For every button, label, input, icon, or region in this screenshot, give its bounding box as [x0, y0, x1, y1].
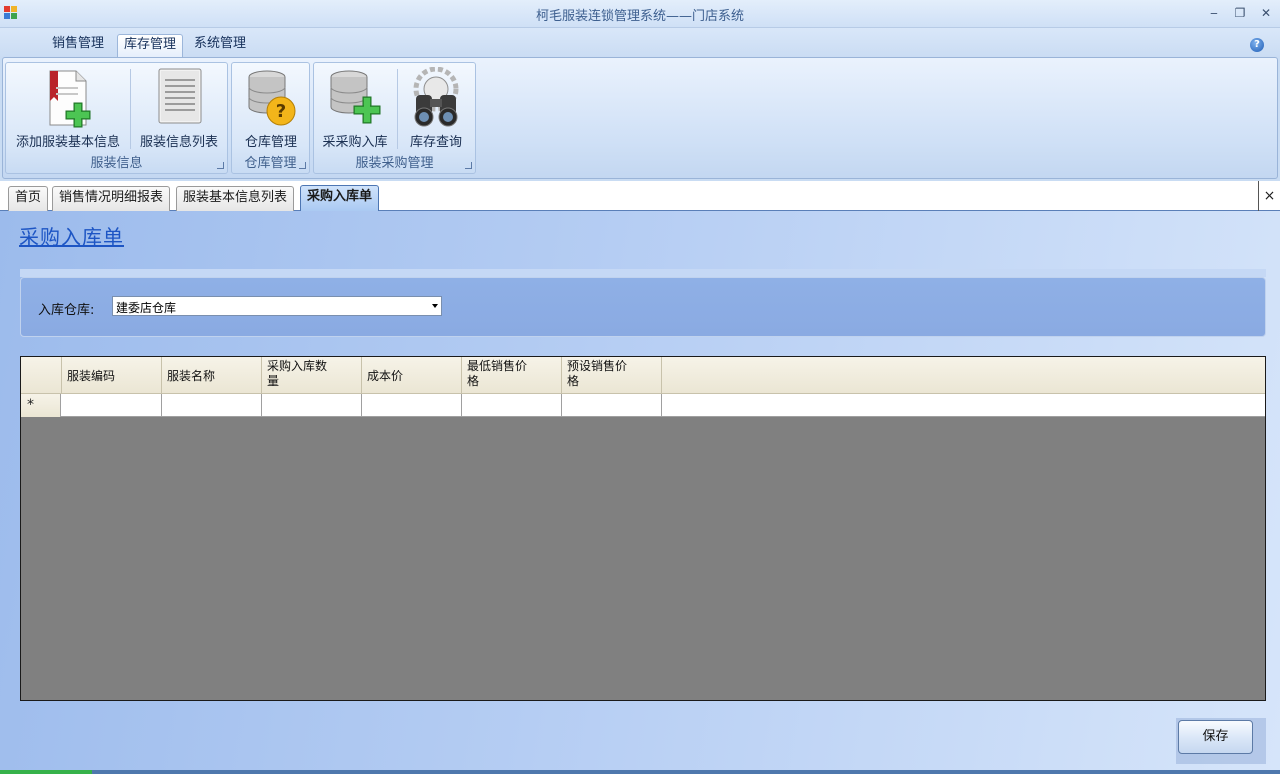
dialog-launcher-icon[interactable] — [217, 162, 224, 169]
tab-inventory-management[interactable]: 库存管理 — [117, 34, 184, 58]
column-header-text: 预设销售价 — [567, 359, 628, 373]
ribbon-group-label: 仓库管理 — [244, 156, 297, 171]
database-question-icon: ? — [241, 67, 301, 129]
ribbon-group-warehouse: ? 仓库管理 仓库管理 — [231, 62, 310, 174]
ribbon-group-label: 服装信息 — [90, 156, 143, 171]
column-header-min-price[interactable]: 最低销售价格 — [462, 357, 562, 394]
warehouse-management-label: 仓库管理 — [244, 135, 297, 150]
warehouse-label: 入库仓库: — [38, 303, 95, 318]
close-button[interactable]: ✕ — [1256, 4, 1276, 22]
tab-sales-management[interactable]: 销售管理 — [46, 34, 110, 58]
status-bar — [0, 770, 1280, 774]
column-header-code[interactable]: 服装编码 — [62, 357, 162, 394]
document-list-icon — [149, 67, 209, 129]
inventory-query-label: 库存查询 — [409, 135, 462, 150]
purchase-items-grid[interactable]: 服装编码 服装名称 采购入库数量 成本价 最低销售价格 预设销售价格 * — [20, 356, 1266, 701]
table-row-new[interactable]: * — [21, 394, 1265, 417]
column-header-quantity[interactable]: 采购入库数量 — [262, 357, 362, 394]
tab-sales-detail-report[interactable]: 销售情况明细报表 — [52, 186, 171, 211]
cell-name[interactable] — [162, 394, 262, 417]
dropdown-arrow-icon[interactable] — [432, 304, 438, 308]
tab-home[interactable]: 首页 — [8, 186, 49, 211]
minimize-button[interactable]: ‒ — [1204, 4, 1224, 22]
column-header-name[interactable]: 服装名称 — [162, 357, 262, 394]
page-title[interactable]: 采购入库单 — [19, 221, 124, 250]
panel-header-strip — [20, 269, 1266, 277]
purchase-stock-in-label: 采采购入库 — [322, 135, 388, 150]
ribbon-group-label: 服装采购管理 — [355, 156, 434, 171]
add-document-icon — [38, 67, 98, 129]
warehouse-selected-value: 建委店仓库 — [116, 301, 177, 315]
new-row-marker: * — [21, 394, 61, 417]
cell-min-price[interactable] — [462, 394, 562, 417]
tab-system-management[interactable]: 系统管理 — [188, 34, 252, 58]
help-icon[interactable]: ? — [1250, 38, 1264, 52]
ribbon-separator — [397, 69, 398, 149]
add-clothing-info-label: 添加服装基本信息 — [15, 135, 120, 150]
database-add-icon — [325, 67, 385, 129]
save-button[interactable]: 保存 — [1178, 720, 1253, 754]
warehouse-management-button[interactable]: ? 仓库管理 — [234, 65, 308, 151]
clothing-list-button[interactable]: 服装信息列表 — [132, 65, 226, 151]
ribbon-group-clothing-info: 添加服装基本信息 服装信息列表 服装信息 — [5, 62, 228, 174]
cell-quantity[interactable] — [262, 394, 362, 417]
column-header-preset-price[interactable]: 预设销售价格 — [562, 357, 662, 394]
clothing-list-label: 服装信息列表 — [139, 135, 218, 150]
ribbon-group-purchase: 采采购入库 库存查询 服装采购管理 — [313, 62, 476, 174]
title-bar: 柯毛服装连锁管理系统——门店系统 ‒ ❐ ✕ — [0, 0, 1280, 28]
close-tab-icon[interactable]: × — [1258, 181, 1280, 211]
document-tab-strip: 首页 销售情况明细报表 服装基本信息列表 采购入库单 × — [0, 181, 1280, 212]
purchase-stock-in-button[interactable]: 采采购入库 — [316, 65, 394, 151]
dialog-launcher-icon[interactable] — [465, 162, 472, 169]
warehouse-select[interactable]: 建委店仓库 — [112, 296, 442, 316]
cell-cost-price[interactable] — [362, 394, 462, 417]
warehouse-panel: 入库仓库: 建委店仓库 — [20, 277, 1266, 337]
column-header-text: 最低销售价 — [467, 359, 528, 373]
svg-text:?: ? — [276, 101, 286, 122]
purchase-stock-in-form: 采购入库单 入库仓库: 建委店仓库 服装编码 服装名称 采购入库数量 成本价 最… — [0, 211, 1280, 771]
grid-corner-header — [21, 357, 62, 394]
column-header-text: 格 — [467, 374, 480, 388]
restore-button[interactable]: ❐ — [1230, 4, 1250, 22]
column-header-text: 采购入库数 — [267, 359, 328, 373]
ribbon-tab-strip: 销售管理 库存管理 系统管理 ? — [0, 28, 1280, 58]
status-indicator — [0, 770, 92, 774]
column-header-text: 量 — [267, 374, 280, 388]
cell-code[interactable] — [62, 394, 162, 417]
binoculars-icon — [406, 66, 466, 129]
column-header-cost-price[interactable]: 成本价 — [362, 357, 462, 394]
column-header-text: 格 — [567, 374, 580, 388]
ribbon-separator — [130, 69, 131, 149]
dialog-launcher-icon[interactable] — [299, 162, 306, 169]
inventory-query-button[interactable]: 库存查询 — [399, 65, 473, 151]
column-header-text: 成本价 — [367, 369, 404, 383]
add-clothing-info-button[interactable]: 添加服装基本信息 — [8, 65, 128, 151]
window-title: 柯毛服装连锁管理系统——门店系统 — [535, 9, 744, 24]
ribbon-panel: 添加服装基本信息 服装信息列表 服装信息 ? 仓库管理 仓库管理 采采购入库 库… — [2, 57, 1278, 179]
column-header-text: 服装名称 — [167, 369, 216, 383]
tab-purchase-stock-in[interactable]: 采购入库单 — [300, 185, 380, 212]
tab-clothing-info-list[interactable]: 服装基本信息列表 — [176, 186, 295, 211]
cell-preset-price[interactable] — [562, 394, 662, 417]
grid-header: 服装编码 服装名称 采购入库数量 成本价 最低销售价格 预设销售价格 — [21, 357, 1265, 394]
column-header-text: 服装编码 — [67, 369, 116, 383]
